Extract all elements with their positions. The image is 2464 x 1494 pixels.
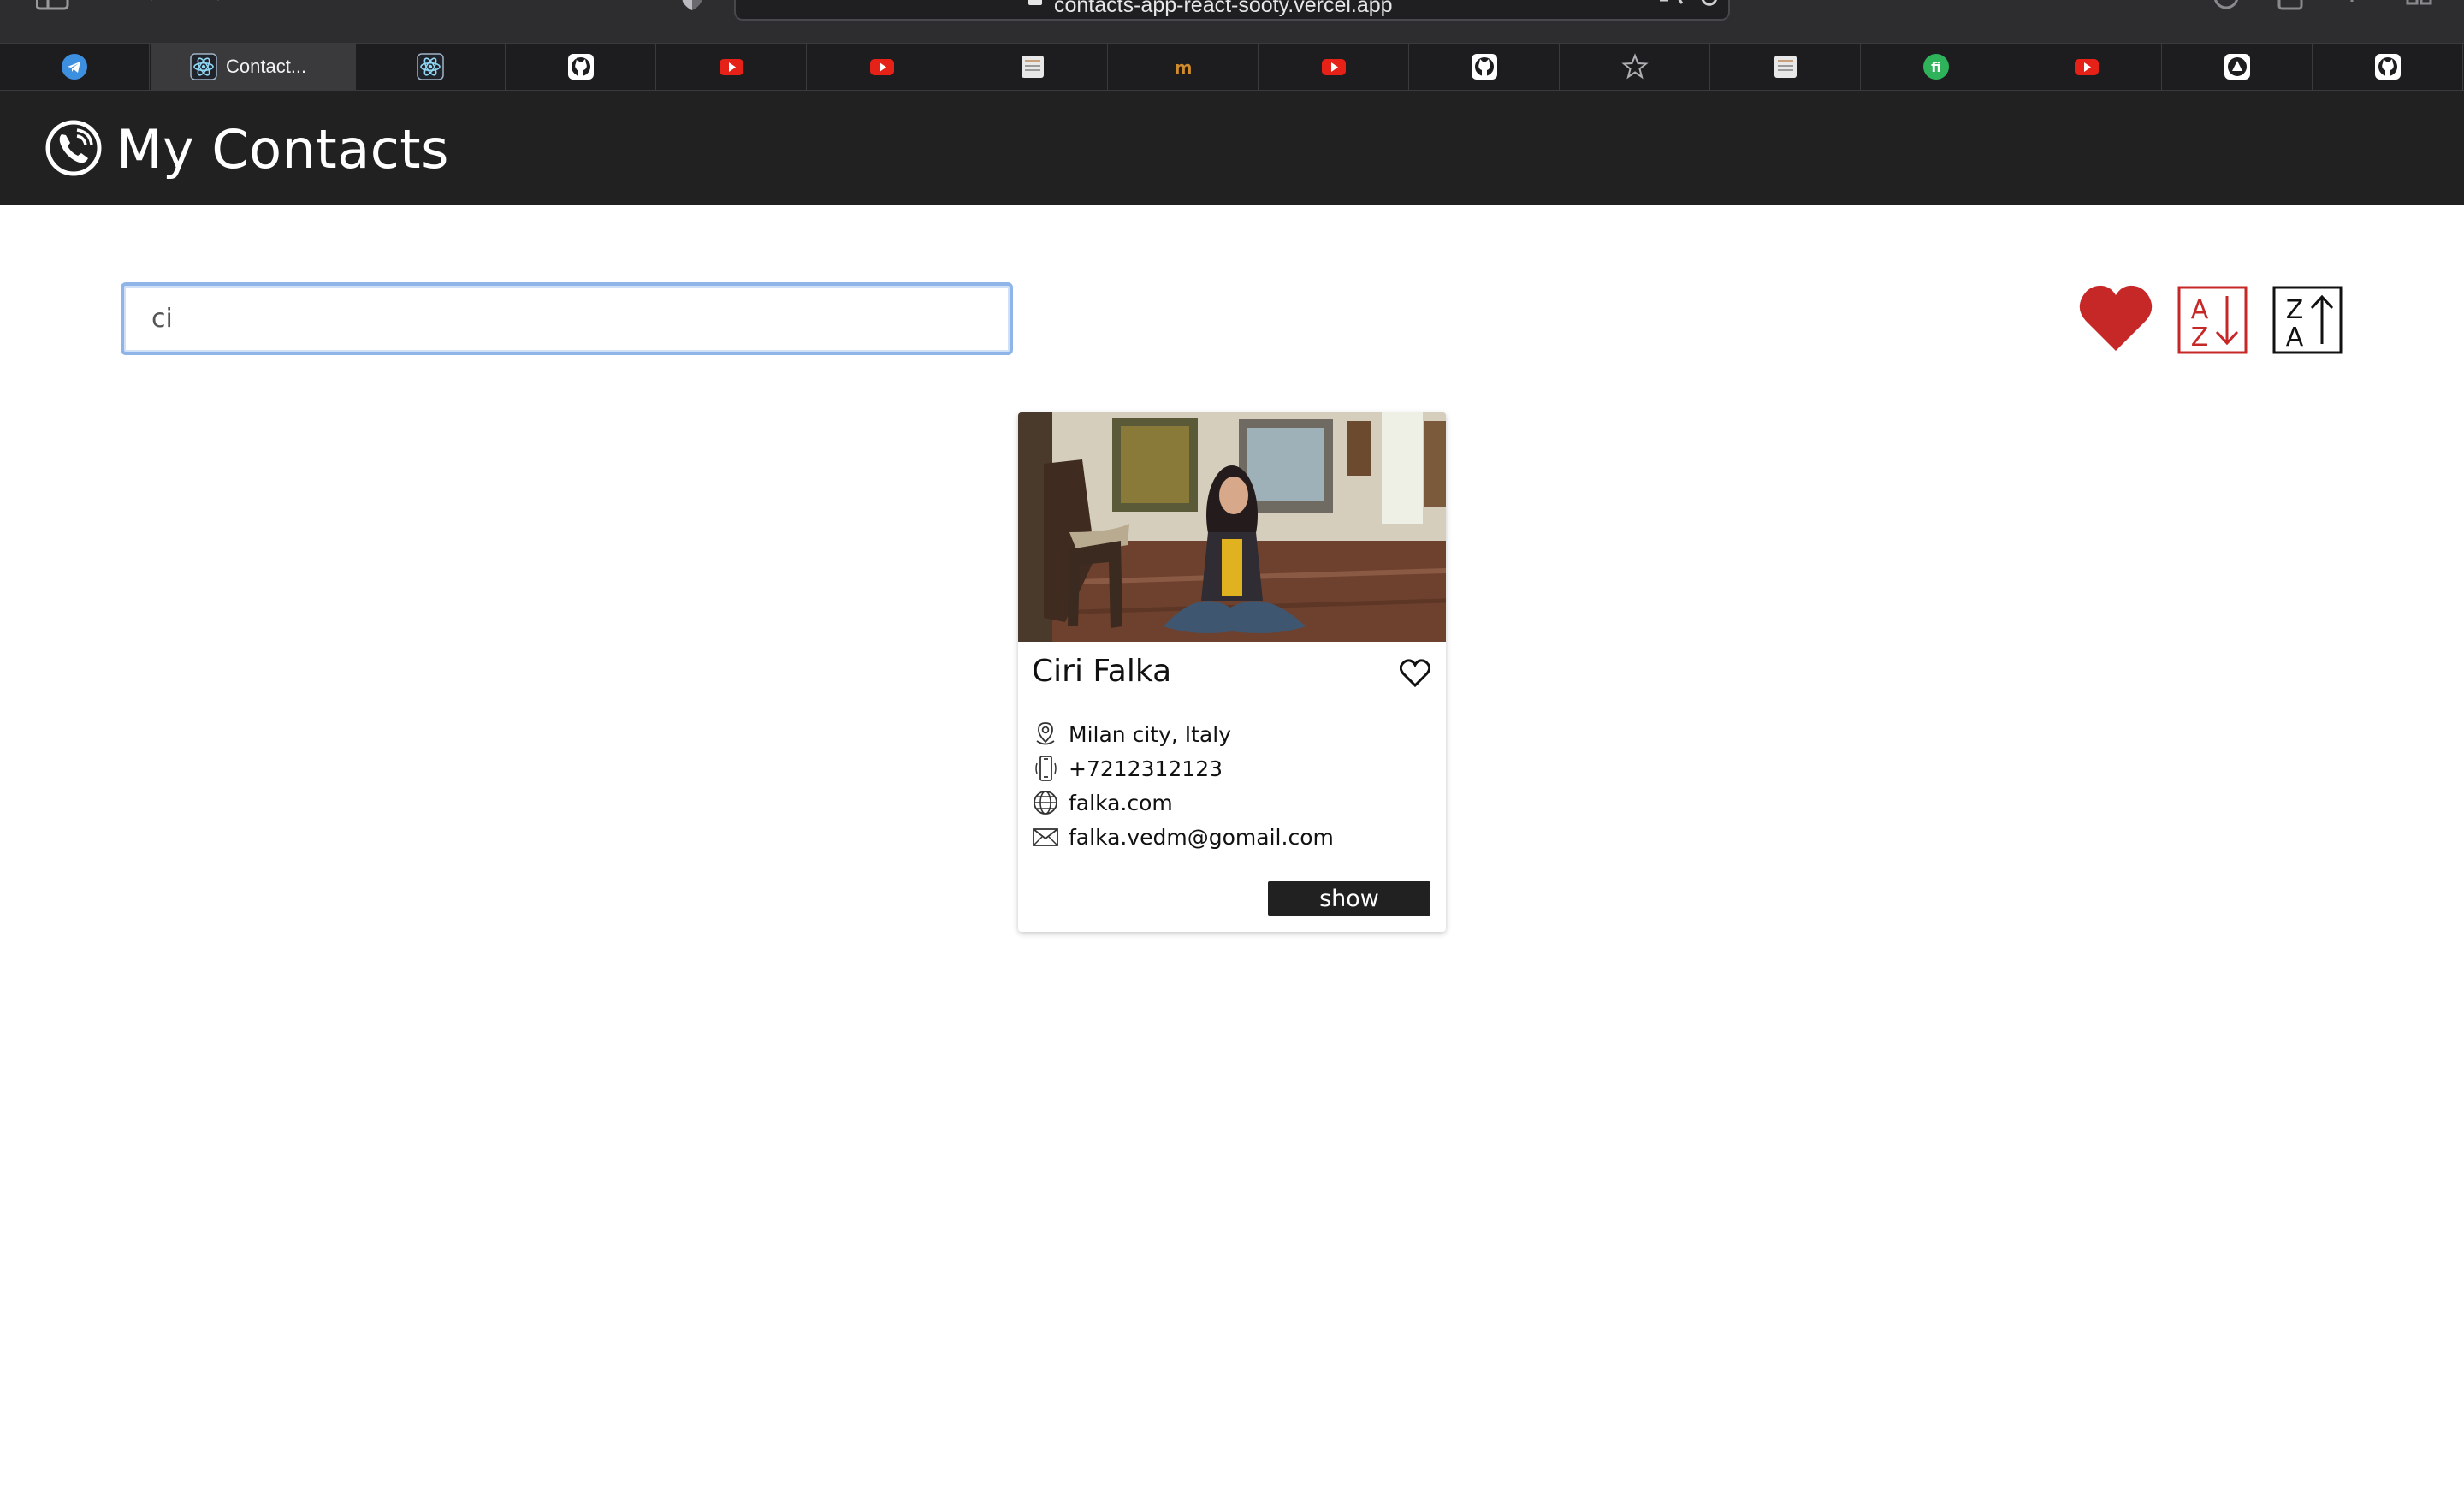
youtube-icon [1322,59,1346,75]
contact-name: Ciri Falka [1032,654,1172,689]
search-input[interactable] [121,282,1013,355]
contact-phone-row: +7212312123 [1032,753,1223,784]
contact-location-row: Milan city, Italy [1032,719,1231,750]
tab-telegram[interactable] [0,44,150,90]
translate-icon[interactable] [1656,0,1685,12]
svg-text:Z: Z [2286,295,2304,325]
url-text: contacts-app-react-sooty.vercel.app [1054,0,1393,17]
tab-youtube[interactable] [657,44,807,90]
contact-photo [1018,412,1446,642]
youtube-icon [720,59,743,75]
contact-card: Ciri Falka Milan city, Italy +7212312123… [1018,412,1446,932]
tab-github[interactable] [506,44,656,90]
svg-text:fi: fi [1931,59,1941,75]
lock-icon [1028,0,1042,5]
tab-github[interactable] [2313,44,2463,90]
envelope-icon [1033,828,1058,846]
tab-page[interactable] [1711,44,1861,90]
triangle-icon [2224,54,2250,80]
page-icon [1022,56,1044,78]
tab-contacts[interactable]: Contact... [151,44,356,90]
downloads-icon[interactable] [2211,0,2242,14]
telegram-icon [62,54,87,80]
share-icon[interactable] [2276,0,2305,14]
tab-react[interactable] [356,44,506,90]
contact-website-row: falka.com [1032,787,1173,818]
tab-youtube[interactable] [1259,44,1409,90]
new-tab-icon[interactable] [2341,0,2363,12]
tab-youtube[interactable] [808,44,957,90]
svg-text:m: m [1175,57,1193,78]
show-contact-button[interactable]: show [1268,881,1430,916]
page-icon [1774,56,1797,78]
tab-bar: Contact... m fi [0,43,2464,91]
github-icon [568,54,594,80]
tab-fi[interactable]: fi [1862,44,2011,90]
favorite-heart-icon[interactable] [1400,659,1430,688]
location-pin-icon [1036,722,1055,745]
browser-toolbar: contacts-app-react-sooty.vercel.app [0,0,2464,43]
forward-icon[interactable] [205,0,224,12]
svg-text:Z: Z [2191,323,2209,353]
reload-icon[interactable] [1699,0,1720,12]
youtube-icon [2075,59,2099,75]
youtube-icon [870,59,894,75]
contact-email: falka.vedm@gomail.com [1069,824,1334,850]
phone-icon [45,120,102,176]
react-icon [190,53,217,80]
contact-location: Milan city, Italy [1069,721,1231,747]
back-icon[interactable] [145,0,164,12]
github-icon [1472,54,1497,80]
react-icon [417,53,444,80]
sort-az-icon[interactable]: A Z [2177,286,2248,354]
app-header: My Contacts [0,91,2464,205]
sidebar-toggle-icon[interactable] [36,0,70,14]
contact-phone: +7212312123 [1069,756,1223,781]
github-icon [2375,54,2401,80]
sort-za-icon[interactable]: Z A [2272,286,2343,354]
fi-icon: fi [1923,54,1949,80]
tab-page[interactable] [958,44,1108,90]
tab-title: Contact... [226,56,307,77]
star-icon [1621,53,1649,80]
tab-in[interactable]: m [1109,44,1259,90]
page-title: My Contacts [116,118,449,181]
in-icon: m [1175,57,1193,78]
globe-icon [1034,791,1057,815]
mobile-phone-icon [1035,756,1057,781]
svg-text:A: A [2191,295,2209,325]
tab-youtube[interactable] [2012,44,2162,90]
contact-email-row: falka.vedm@gomail.com [1032,821,1334,852]
contact-website: falka.com [1069,790,1173,815]
tab-triangle[interactable] [2163,44,2313,90]
privacy-shield-icon[interactable] [679,0,705,14]
svg-text:A: A [2286,323,2304,353]
tab-overview-icon[interactable] [2404,0,2435,14]
tab-github[interactable] [1410,44,1560,90]
tab-bookmark[interactable] [1561,44,1710,90]
favorites-filter-heart-icon[interactable] [2077,282,2154,354]
